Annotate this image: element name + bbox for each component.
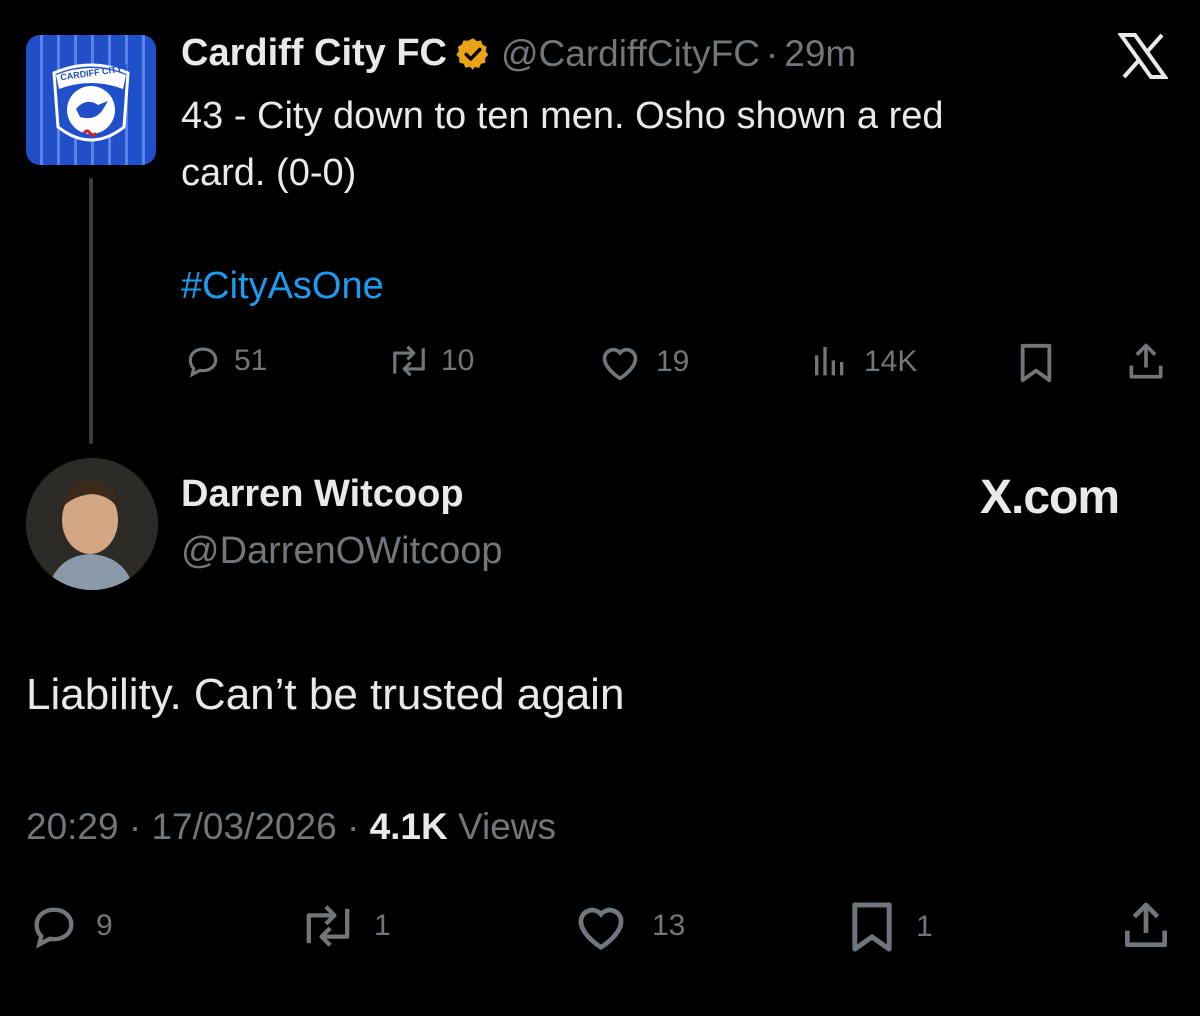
heart-icon <box>598 342 642 382</box>
like-button[interactable]: 19 <box>598 342 689 382</box>
reply-reply-button[interactable]: 9 <box>26 900 113 952</box>
reply-like-count: 13 <box>652 909 686 942</box>
analytics-icon <box>810 342 850 382</box>
repost-button[interactable]: 10 <box>385 342 474 380</box>
share-icon <box>1118 898 1174 954</box>
repost-count: 10 <box>441 344 475 377</box>
views-button[interactable]: 14K <box>810 342 917 382</box>
reply-reply-count: 9 <box>96 909 113 942</box>
thread-line <box>89 178 93 444</box>
reply-bookmark-button[interactable]: 1 <box>846 900 933 954</box>
reply-icon <box>26 900 82 952</box>
repost-icon <box>296 900 360 952</box>
person-photo <box>26 458 158 590</box>
quoted-tweet-text: 43 - City down to ten men. Osho shown a … <box>181 88 944 202</box>
verified-badge-icon <box>455 36 491 72</box>
xcom-logo: X.com <box>980 471 1120 524</box>
reply-button[interactable]: 51 <box>184 342 267 380</box>
reply-author-name[interactable]: Darren Witcoop <box>181 473 464 516</box>
bookmark-icon <box>846 900 898 954</box>
tweet-text-line: card. (0-0) <box>181 152 357 194</box>
x-logo-icon[interactable] <box>1117 33 1169 84</box>
reply-views-count: 4.1K <box>369 806 448 847</box>
reply-count: 51 <box>234 344 268 377</box>
heart-icon <box>572 900 630 952</box>
views-count: 14K <box>864 345 918 378</box>
reply-date[interactable]: 17/03/2026 <box>151 806 336 847</box>
cardiff-avatar[interactable]: CARDIFF CITY FC <box>26 35 156 165</box>
author-name[interactable]: Cardiff City FC <box>181 32 447 75</box>
share-button[interactable] <box>1124 340 1168 384</box>
reply-text: Liability. Can’t be trusted again <box>26 670 625 719</box>
reply-meta: 20:29 · 17/03/2026 · 4.1K Views <box>26 806 556 848</box>
separator-dot: · <box>765 32 779 74</box>
time-ago[interactable]: 29m <box>784 33 856 75</box>
separator-dot: · <box>128 806 142 847</box>
bookmark-icon <box>1016 342 1056 384</box>
quoted-header: Cardiff City FC @CardiffCityFC · 29m <box>181 32 856 75</box>
reply-author-handle[interactable]: @DarrenOWitcoop <box>181 530 503 573</box>
reply-repost-button[interactable]: 1 <box>296 900 391 952</box>
bookmark-button[interactable] <box>1016 342 1056 384</box>
reply-views-label: Views <box>458 806 557 847</box>
reply-repost-count: 1 <box>374 909 391 942</box>
hashtag-link[interactable]: #CityAsOne <box>181 265 384 308</box>
tweet-text-line: 43 - City down to ten men. Osho shown a … <box>181 95 944 137</box>
cardiff-crest-icon <box>52 63 130 142</box>
darren-avatar[interactable] <box>26 458 158 590</box>
reply-time[interactable]: 20:29 <box>26 806 119 847</box>
reply-like-button[interactable]: 13 <box>572 900 685 952</box>
separator-dot: · <box>346 806 360 847</box>
author-handle[interactable]: @CardiffCityFC <box>501 33 760 75</box>
repost-icon <box>385 342 433 380</box>
reply-bookmark-count: 1 <box>916 910 933 943</box>
reply-share-button[interactable] <box>1118 898 1174 954</box>
reply-icon <box>184 342 222 380</box>
like-count: 19 <box>656 345 690 378</box>
share-icon <box>1124 340 1168 384</box>
